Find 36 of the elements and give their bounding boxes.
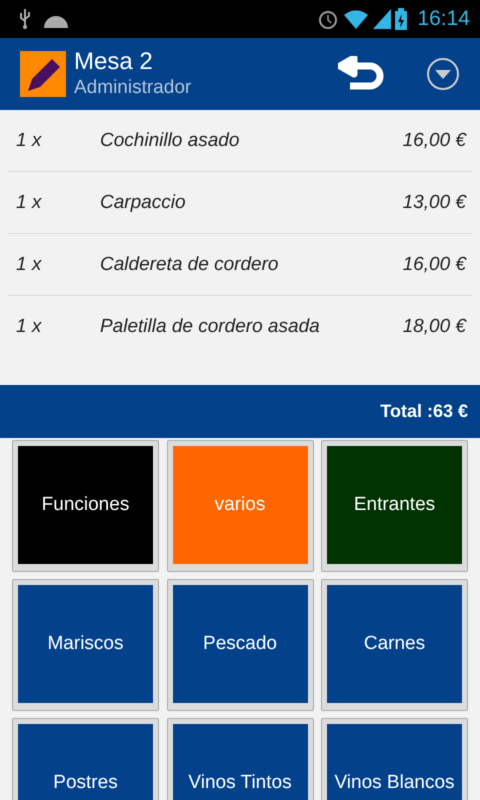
- item-quantity: 1 x: [15, 254, 43, 276]
- item-price: 18,00 €: [402, 316, 468, 338]
- item-quantity: 1 x: [15, 192, 43, 214]
- pencil-icon[interactable]: [20, 51, 66, 97]
- item-name: Paletilla de cordero asada: [100, 316, 321, 338]
- usb-icon: [18, 8, 32, 30]
- item-price: 16,00 €: [402, 130, 468, 152]
- clock-time: 16:14: [417, 7, 470, 31]
- category-button[interactable]: Carnes: [327, 585, 462, 703]
- order-row[interactable]: 1 x Paletilla de cordero asada 18,00 €: [8, 296, 472, 357]
- signal-icon: [373, 9, 392, 29]
- order-row[interactable]: 1 x Carpaccio 13,00 €: [8, 172, 472, 234]
- category-button[interactable]: Mariscos: [18, 585, 153, 703]
- category-button[interactable]: Vinos Tintos: [172, 724, 308, 800]
- order-row[interactable]: 1 x Caldereta de cordero 16,00 €: [8, 234, 472, 296]
- order-row[interactable]: 1 x Cochinillo asado 16,00 €: [8, 110, 472, 172]
- wifi-icon: [343, 9, 370, 29]
- item-name: Caldereta de cordero: [100, 254, 280, 276]
- item-name: Cochinillo asado: [100, 130, 240, 152]
- total-amount: Total :63 €: [380, 401, 468, 422]
- item-quantity: 1 x: [15, 130, 43, 152]
- item-name: Carpaccio: [100, 192, 187, 214]
- category-button[interactable]: Funciones: [18, 446, 153, 564]
- alarm-icon: [317, 8, 340, 30]
- undo-icon[interactable]: [338, 56, 386, 92]
- battery-icon: [395, 8, 408, 30]
- item-price: 13,00 €: [402, 192, 468, 214]
- item-price: 16,00 €: [402, 254, 468, 276]
- screen-title: Mesa 2: [74, 48, 154, 76]
- category-button[interactable]: Vinos Blancos: [327, 724, 462, 800]
- category-button[interactable]: Entrantes: [327, 446, 462, 564]
- user-subtitle: Administrador: [74, 76, 192, 100]
- dropdown-icon[interactable]: [426, 57, 460, 91]
- item-quantity: 1 x: [15, 316, 43, 338]
- category-button[interactable]: Postres: [18, 724, 153, 800]
- category-button[interactable]: Pescado: [172, 585, 308, 703]
